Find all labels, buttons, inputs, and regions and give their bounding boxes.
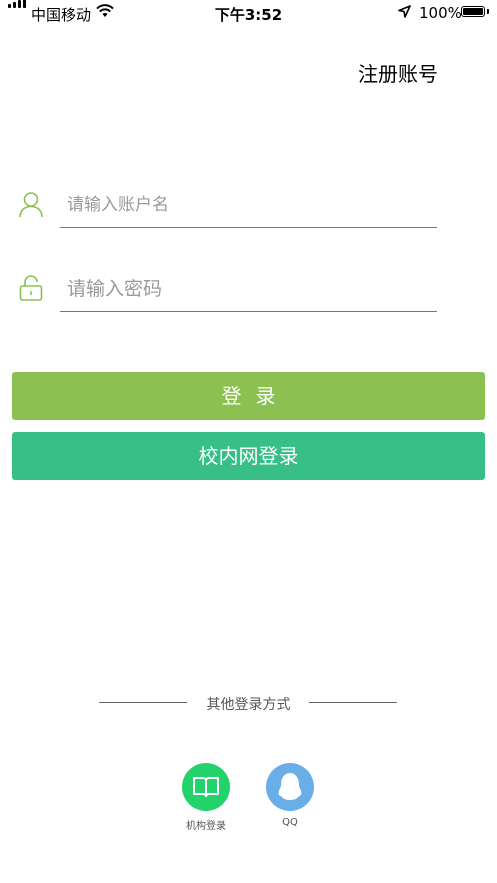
battery-percentage: 100% (419, 4, 462, 22)
password-input[interactable] (67, 276, 435, 302)
battery-tip (487, 9, 489, 14)
password-underline (60, 311, 437, 312)
location-arrow-icon (398, 5, 411, 18)
status-bar: 中国移动 下午3:52 100% (0, 0, 497, 26)
battery-icon (461, 6, 485, 17)
qq-login-button[interactable] (266, 763, 314, 811)
institution-login-label: 机构登录 (186, 821, 226, 832)
qq-penguin-icon (278, 773, 302, 800)
username-input[interactable] (67, 193, 435, 217)
register-account-link[interactable]: 注册账号 (358, 58, 438, 87)
user-icon (19, 192, 43, 218)
lock-icon (19, 275, 43, 301)
campus-login-button[interactable]: 校内网登录 (12, 432, 485, 480)
login-button[interactable]: 登录 (12, 372, 485, 420)
book-icon (193, 777, 219, 797)
qq-login-label: QQ (282, 817, 298, 828)
institution-login-button[interactable] (182, 763, 230, 811)
username-underline (60, 227, 437, 228)
other-login-title: 其他登录方式 (206, 697, 291, 713)
